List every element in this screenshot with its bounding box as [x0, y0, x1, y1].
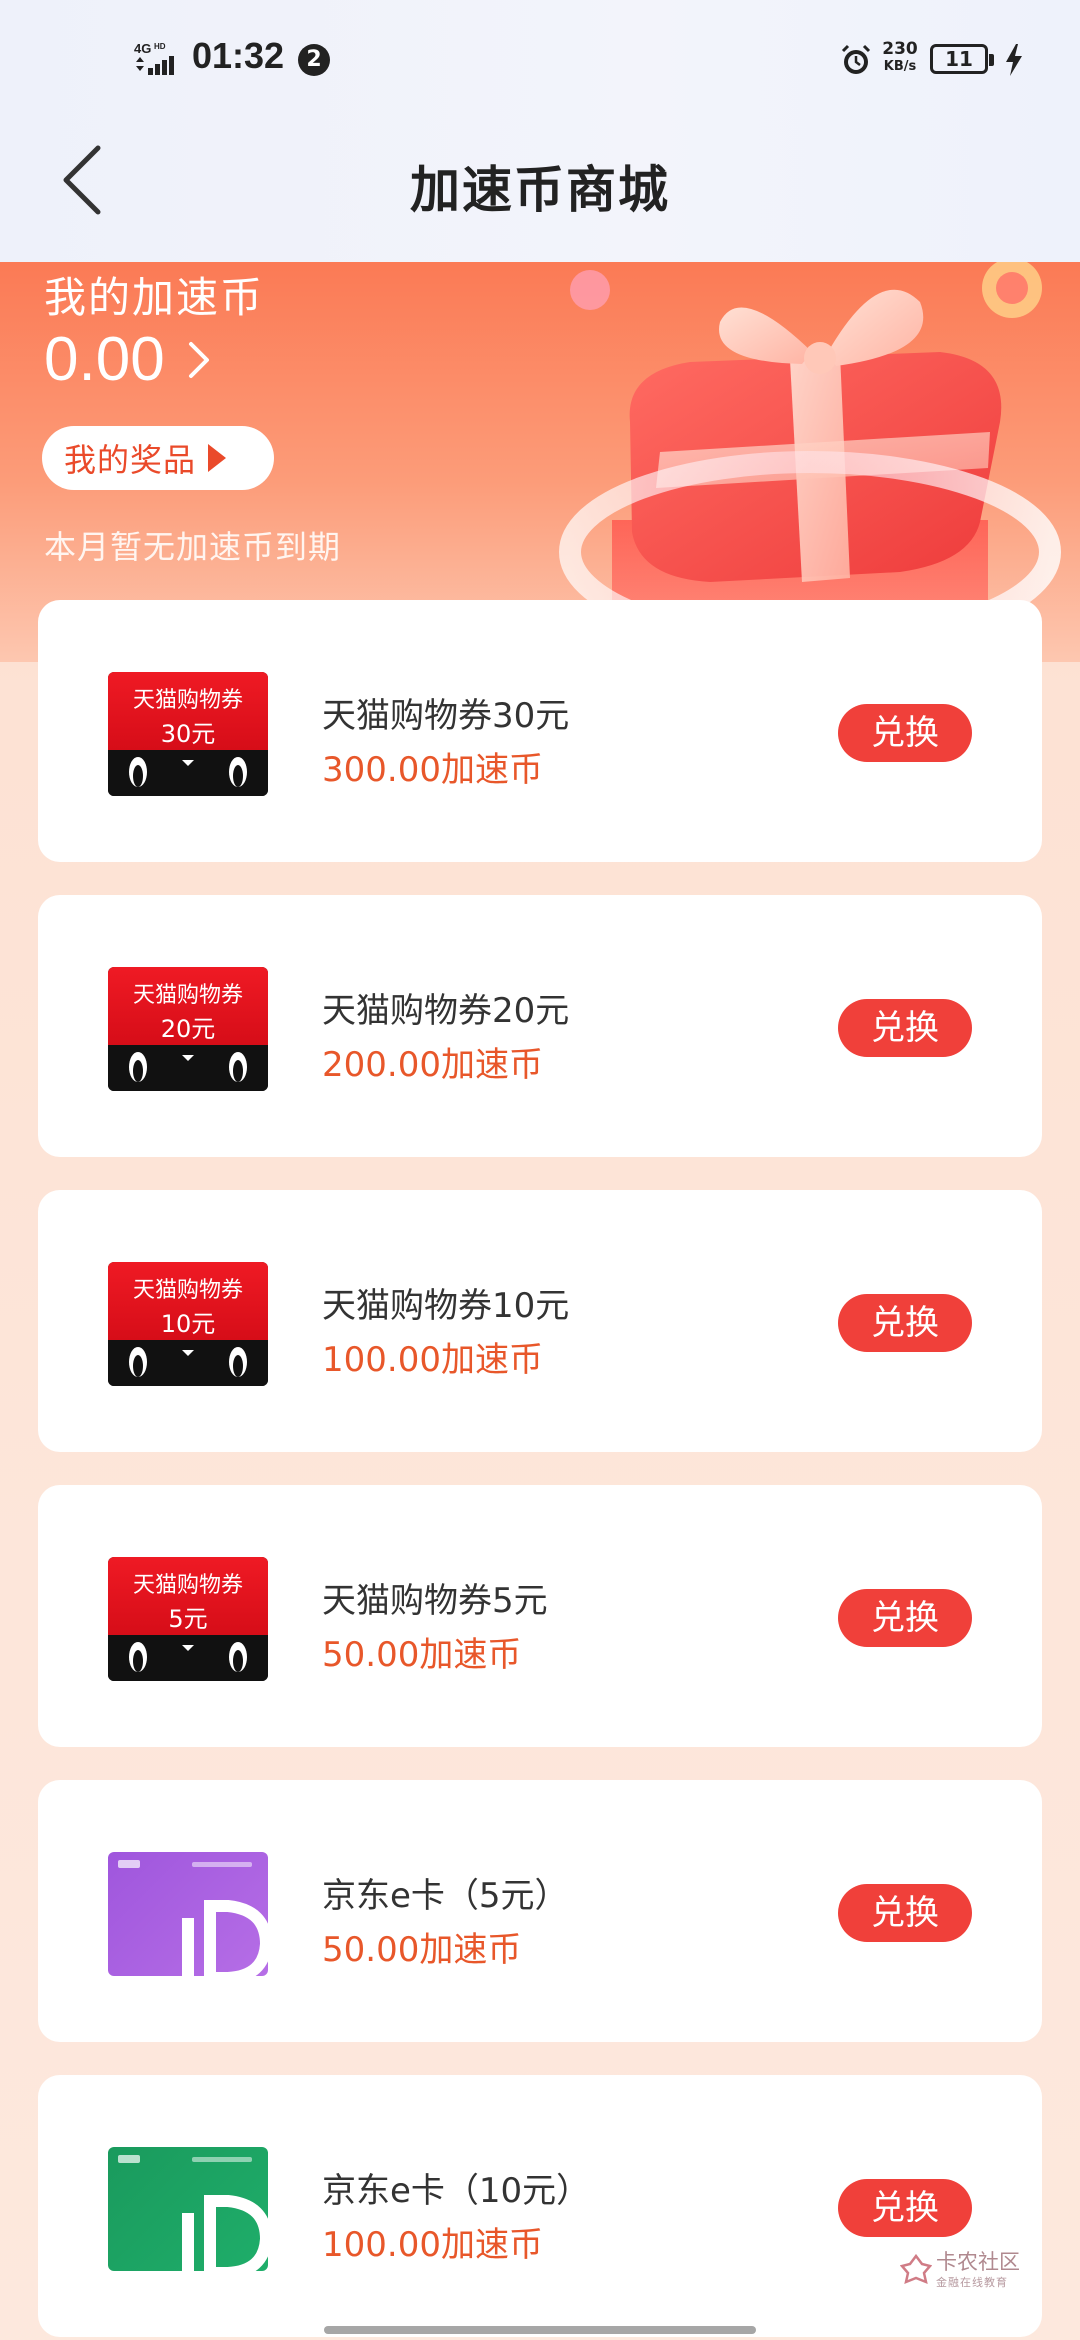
community-logo-icon — [900, 2254, 932, 2285]
redeem-button[interactable]: 兑换 — [838, 2179, 972, 2237]
battery-icon: 11 — [930, 44, 994, 74]
product-price: 50.00加速币 — [322, 1635, 522, 1675]
redeem-button[interactable]: 兑换 — [838, 704, 972, 762]
speed-value: 230 — [882, 39, 918, 59]
jd-letters-icon — [182, 1900, 268, 1976]
tmall-cat-icon — [108, 1635, 268, 1681]
speed-unit: KB/s — [883, 59, 917, 74]
product-price: 100.00加速币 — [322, 1340, 543, 1380]
jd-logo-icon — [118, 1860, 252, 1868]
tmall-coupon-thumb: 天猫购物券 10元 — [108, 1262, 268, 1386]
product-card: 天猫购物券 30元 天猫购物券30元 300.00加速币 兑换 — [38, 600, 1042, 862]
jd-ecard-thumb — [108, 2147, 268, 2271]
alarm-icon — [841, 44, 871, 74]
header: 4G HD 01:32 2 230 KB/s 11 加速币商城 — [0, 0, 1080, 262]
product-card: 天猫购物券 20元 天猫购物券20元 200.00加速币 兑换 — [38, 895, 1042, 1157]
status-time: 01:32 — [192, 35, 285, 76]
coin-title: 我的加速币 — [44, 273, 265, 322]
product-price: 100.00加速币 — [322, 2225, 543, 2265]
product-price: 200.00加速币 — [322, 1045, 543, 1085]
redeem-button[interactable]: 兑换 — [838, 1589, 972, 1647]
product-name: 天猫购物券5元 — [322, 1581, 548, 1621]
product-name: 京东e卡（5元） — [322, 1876, 569, 1916]
expire-note: 本月暂无加速币到期 — [44, 528, 342, 566]
tmall-coupon-thumb: 天猫购物券 20元 — [108, 967, 268, 1091]
product-name: 天猫购物券10元 — [322, 1286, 570, 1326]
svg-text:4G: 4G — [134, 41, 151, 56]
thumb-title: 天猫购物券 — [132, 1573, 243, 1598]
coin-balance: 0.00 — [44, 325, 165, 394]
thumb-title: 天猫购物券 — [132, 688, 243, 713]
page-title: 加速币商城 — [410, 161, 670, 219]
my-prizes-label: 我的奖品 — [64, 441, 197, 479]
network-speed: 230 KB/s — [880, 40, 920, 76]
watermark-subtext: 金融在线教育 — [936, 2276, 1008, 2289]
redeem-button[interactable]: 兑换 — [838, 999, 972, 1057]
product-card: 京东e卡（5元） 50.00加速币 兑换 — [38, 1780, 1042, 2042]
signal-icon: 4G HD — [134, 41, 174, 75]
product-card: 京东e卡（10元） 100.00加速币 兑换 — [38, 2075, 1042, 2337]
page: 4G HD 01:32 2 230 KB/s 11 加速币商城 我的加速币 0.… — [0, 0, 1080, 2340]
redeem-button[interactable]: 兑换 — [838, 1294, 972, 1352]
charging-icon — [1006, 44, 1022, 76]
triangle-right-icon — [208, 444, 227, 472]
home-indicator[interactable] — [324, 2326, 756, 2334]
coin-balance-link[interactable]: 0.00 — [44, 324, 211, 395]
tmall-cat-icon — [108, 1045, 268, 1091]
my-prizes-button[interactable]: 我的奖品 — [42, 426, 274, 490]
redeem-button[interactable]: 兑换 — [838, 1884, 972, 1942]
product-name: 天猫购物券30元 — [322, 696, 570, 736]
jd-ecard-thumb — [108, 1852, 268, 1976]
thumb-title: 天猫购物券 — [132, 1278, 243, 1303]
product-name: 天猫购物券20元 — [322, 991, 570, 1031]
tmall-cat-icon — [108, 1340, 268, 1386]
svg-text:HD: HD — [154, 42, 166, 51]
jd-letters-icon — [182, 2195, 268, 2271]
tmall-coupon-thumb: 天猫购物券 30元 — [108, 672, 268, 796]
product-card: 天猫购物券 10元 天猫购物券10元 100.00加速币 兑换 — [38, 1190, 1042, 1452]
product-price: 300.00加速币 — [322, 750, 543, 790]
notification-badge: 2 — [298, 44, 330, 76]
jd-logo-icon — [118, 2155, 252, 2163]
tmall-coupon-thumb: 天猫购物券 5元 — [108, 1557, 268, 1681]
tmall-cat-icon — [108, 750, 268, 796]
status-bar: 4G HD 01:32 2 230 KB/s 11 — [0, 0, 1080, 120]
product-card: 天猫购物券 5元 天猫购物券5元 50.00加速币 兑换 — [38, 1485, 1042, 1747]
product-name: 京东e卡（10元） — [322, 2171, 591, 2211]
thumb-title: 天猫购物券 — [132, 983, 243, 1008]
watermark: 卡农社区 金融在线教育 — [900, 2246, 1050, 2296]
chevron-right-icon — [188, 341, 209, 378]
product-price: 50.00加速币 — [322, 1930, 522, 1970]
watermark-text: 卡农社区 — [936, 2250, 1020, 2274]
